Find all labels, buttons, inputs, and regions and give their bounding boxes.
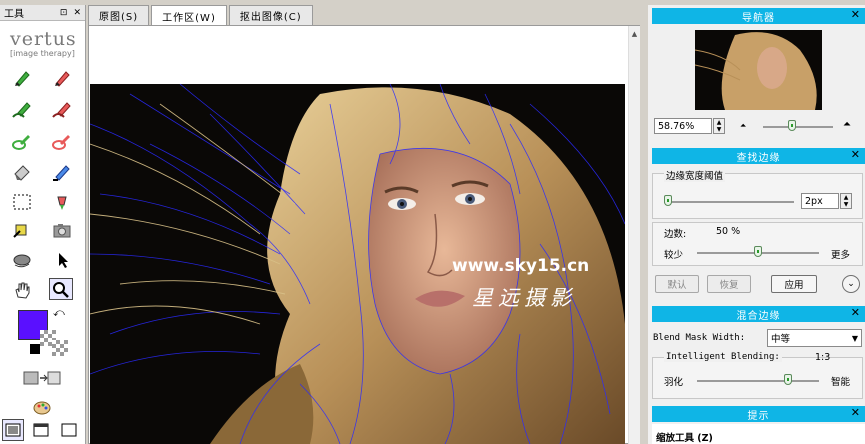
close-icon[interactable]: ✕: [73, 8, 81, 18]
edge-threshold-label: 边缘宽度阈值: [664, 168, 726, 182]
zoom-tool-tip: 缩放工具 (Z): [656, 433, 713, 444]
find-edges-header: 查找边缘 ✕: [652, 148, 865, 164]
blend-edges-header: 混合边缘 ✕: [652, 306, 865, 322]
palette-icon[interactable]: [30, 397, 54, 419]
edges-more-label: 更多: [831, 250, 851, 261]
navigator-header: 导航器 ✕: [652, 8, 865, 24]
tab-original[interactable]: 原图(S): [88, 5, 150, 25]
edge-threshold-spinner[interactable]: ▲ ▼: [840, 193, 852, 209]
find-edges-close-icon[interactable]: ✕: [851, 148, 861, 161]
zoom-spinner[interactable]: ▲ ▼: [713, 118, 725, 134]
vertical-scrollbar[interactable]: ▲: [628, 26, 640, 444]
logo-text: vertus: [10, 28, 77, 50]
swap-images-icon[interactable]: [22, 367, 62, 389]
find-edges-title: 查找边缘: [736, 152, 781, 164]
default-button[interactable]: 默认: [655, 275, 699, 293]
tab-bar: 原图(S) 工作区(W) 抠出图像(C): [88, 5, 315, 26]
smart-label: 智能: [831, 377, 851, 388]
navigator-title: 导航器: [742, 12, 775, 24]
eraser-icon[interactable]: [10, 161, 34, 183]
fg-picker-icon[interactable]: [10, 219, 34, 241]
transparent-swatch: [52, 340, 68, 356]
keep-fill-brush-icon[interactable]: [10, 131, 34, 153]
blend-mask-width-value: 中等: [771, 334, 791, 345]
tips-close-icon[interactable]: ✕: [851, 406, 861, 419]
hand-icon[interactable]: [10, 279, 34, 301]
view-mode-3-icon[interactable]: [58, 419, 80, 441]
apply-button[interactable]: 应用: [771, 275, 817, 293]
pointer-icon[interactable]: [50, 249, 74, 271]
blend-mask-width-label: Blend Mask Width:: [653, 333, 746, 343]
camera-icon[interactable]: [50, 219, 74, 241]
view-mode-1-icon[interactable]: [2, 419, 24, 441]
keep-edge-brush-icon[interactable]: [10, 99, 34, 121]
zoom-input[interactable]: 58.76%: [654, 118, 712, 134]
zoom-slider-thumb[interactable]: [788, 120, 796, 131]
blend-edges-close-icon[interactable]: ✕: [851, 306, 861, 319]
restore-button[interactable]: 恢复: [707, 275, 751, 293]
toolbox-titlebar: 工具 ⊡ ✕: [0, 5, 85, 21]
scroll-up-arrow-icon[interactable]: ▲: [629, 30, 640, 38]
zoom-in-icon[interactable]: ⏶: [843, 119, 851, 130]
edges-count-label: 边数:: [664, 229, 687, 240]
zoom-icon[interactable]: [49, 278, 73, 300]
blend-ratio-value: 1:3: [815, 352, 831, 363]
swap-colors-icon[interactable]: ⤺: [53, 306, 65, 320]
remove-edge-brush-icon[interactable]: [50, 99, 74, 121]
navigator-close-icon[interactable]: ✕: [851, 8, 861, 21]
logo-subtitle: [image therapy]: [10, 49, 75, 58]
edge-pen-icon[interactable]: [50, 161, 74, 183]
edges-count-value: 50 %: [716, 226, 741, 237]
edges-count-thumb[interactable]: [754, 246, 762, 257]
blend-mask-width-select[interactable]: 中等 ▼: [767, 329, 862, 347]
remove-brush-red-icon[interactable]: [50, 67, 74, 89]
color-picker-icon[interactable]: [50, 191, 74, 213]
tab-extracted[interactable]: 抠出图像(C): [228, 5, 313, 25]
expand-chevron-icon[interactable]: ⌄: [842, 275, 860, 293]
navigator-thumbnail[interactable]: [695, 30, 822, 110]
edges-less-label: 较少: [664, 250, 684, 261]
smudge-icon[interactable]: [10, 249, 34, 271]
intelligent-blending-label: Intelligent Blending:: [664, 352, 782, 362]
dropdown-arrow-icon[interactable]: ▼: [852, 334, 858, 343]
tips-header: 提示 ✕: [652, 406, 865, 422]
rect-select-icon[interactable]: [10, 191, 34, 213]
edge-threshold-slider[interactable]: [664, 201, 794, 203]
blending-slider[interactable]: [697, 380, 819, 382]
tab-workspace[interactable]: 工作区(W): [151, 5, 227, 26]
toolbox-title: 工具: [4, 9, 24, 20]
watermark-text: 星远摄影: [472, 286, 576, 310]
tips-content: 缩放工具 (Z): [652, 424, 865, 444]
blend-edges-title: 混合边缘: [736, 310, 781, 322]
keep-brush-green-icon[interactable]: [10, 67, 34, 89]
vertus-logo: vertus [image therapy]: [10, 29, 77, 58]
default-colors-icon[interactable]: [30, 344, 40, 354]
remove-fill-brush-icon[interactable]: [50, 131, 74, 153]
pin-icon[interactable]: ⊡: [60, 8, 68, 18]
edge-threshold-input[interactable]: 2px: [801, 193, 839, 209]
feather-label: 羽化: [664, 377, 684, 388]
blending-slider-thumb[interactable]: [784, 374, 792, 385]
view-mode-2-icon[interactable]: [30, 419, 52, 441]
zoom-slider[interactable]: [763, 126, 833, 128]
watermark-url: www.sky15.cn: [452, 256, 590, 276]
edge-threshold-thumb[interactable]: [664, 195, 672, 206]
zoom-out-icon[interactable]: ⏶: [740, 121, 746, 131]
tips-title: 提示: [747, 410, 770, 422]
toolbox-panel: 工具 ⊡ ✕ vertus [image therapy] ⤺: [0, 5, 86, 444]
